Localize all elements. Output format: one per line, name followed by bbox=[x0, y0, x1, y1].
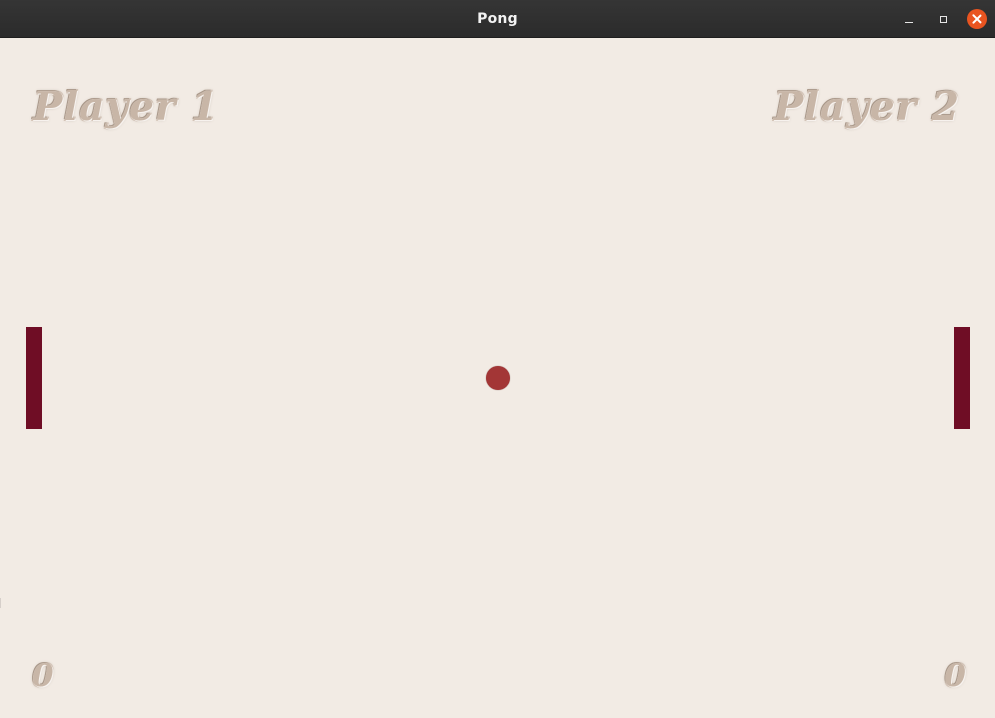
maximize-button[interactable] bbox=[933, 9, 953, 29]
player-1-paddle bbox=[26, 327, 42, 429]
ball bbox=[486, 366, 510, 390]
game-canvas[interactable]: Player 1 Player 2 0 0 bbox=[0, 38, 995, 718]
title-bar[interactable]: Pong bbox=[0, 0, 995, 38]
minimize-button[interactable] bbox=[899, 9, 919, 29]
maximize-icon bbox=[939, 15, 947, 23]
minimize-icon bbox=[905, 21, 913, 23]
player-2-paddle bbox=[954, 327, 970, 429]
player-1-label: Player 1 bbox=[33, 84, 220, 130]
player-1-score: 0 bbox=[32, 658, 55, 694]
window-edge-marker bbox=[0, 598, 1, 608]
player-2-label: Player 2 bbox=[773, 84, 960, 130]
close-button[interactable] bbox=[967, 9, 987, 29]
player-2-score: 0 bbox=[944, 658, 967, 694]
close-icon bbox=[971, 13, 983, 25]
pong-window: Pong Player 1 Player 2 0 0 bbox=[0, 0, 995, 718]
window-title: Pong bbox=[477, 11, 518, 27]
